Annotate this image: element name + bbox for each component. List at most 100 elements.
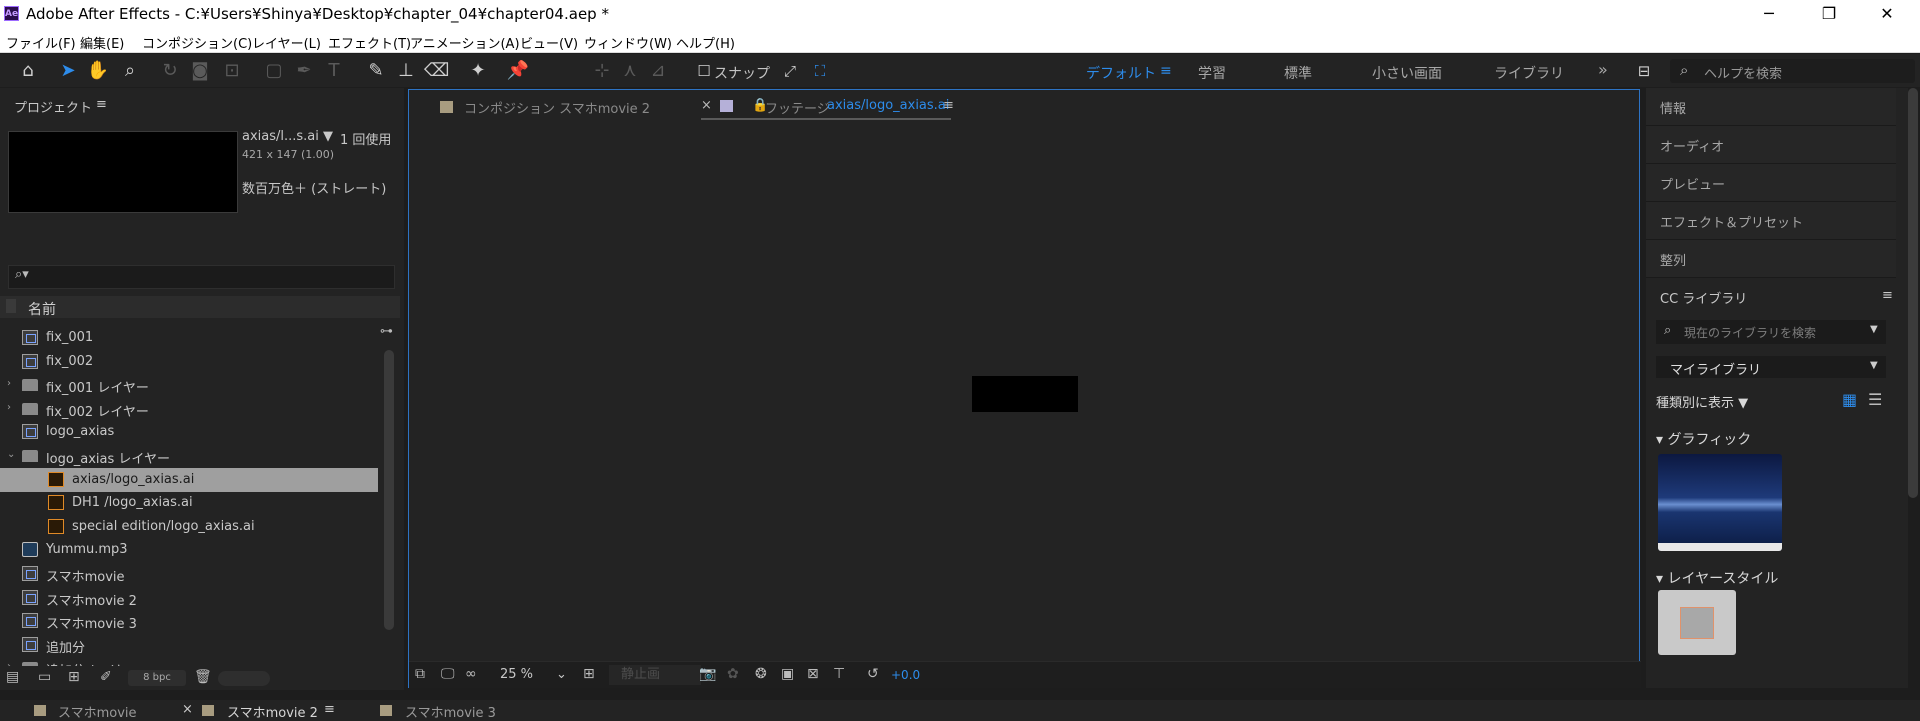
interpret-footage-icon[interactable]: ▤ bbox=[6, 669, 19, 685]
minimize-button[interactable]: ─ bbox=[1746, 0, 1792, 28]
view-axis-icon[interactable]: ⊿ bbox=[646, 59, 670, 83]
transparency-grid-icon[interactable]: ⊠ bbox=[807, 666, 819, 682]
disclosure-triangle-icon[interactable]: › bbox=[7, 378, 11, 389]
show-snapshot-icon[interactable]: ✿ bbox=[727, 666, 739, 682]
tab-footage-name[interactable]: axias/logo_axias.ai bbox=[827, 98, 949, 113]
viewer-menu-icon[interactable]: ≡ bbox=[943, 98, 954, 113]
snap-options-icon[interactable]: ⤢ bbox=[778, 59, 802, 83]
roto-brush-tool-icon[interactable]: ✦ bbox=[466, 59, 490, 83]
mask-visibility-icon[interactable]: ∞ bbox=[465, 666, 477, 682]
eraser-tool-icon[interactable]: ⌫ bbox=[424, 59, 449, 83]
graphics-section-toggle[interactable]: ▾ グラフィック bbox=[1656, 429, 1751, 449]
region-of-interest-icon[interactable]: ▣ bbox=[781, 666, 794, 682]
still-frame-button[interactable]: 静止画 bbox=[609, 665, 701, 685]
clone-stamp-tool-icon[interactable]: ⊥ bbox=[394, 59, 418, 83]
rotate-tool-icon[interactable]: ↻ bbox=[158, 59, 182, 83]
project-item-row[interactable]: スマホmovie 3 bbox=[0, 609, 378, 633]
view-by-type-dropdown[interactable]: 種類別に表示 ▼ bbox=[1656, 392, 1748, 411]
thumbnail-size-slider[interactable] bbox=[218, 671, 270, 686]
panel-info[interactable]: 情報 bbox=[1646, 88, 1896, 126]
menu-animation[interactable]: アニメーション(A) bbox=[410, 33, 520, 52]
selected-item-name[interactable]: axias/l...s.ai ▼ bbox=[242, 129, 333, 144]
layer-style-thumbnail[interactable] bbox=[1658, 590, 1736, 655]
disclosure-triangle-icon[interactable]: ⌄ bbox=[7, 449, 15, 460]
timeline-tab-2[interactable]: スマホmovie 2 bbox=[227, 702, 318, 721]
workspace-menu-icon[interactable]: ≡ bbox=[1160, 63, 1172, 79]
timeline-menu-icon[interactable]: ≡ bbox=[324, 702, 335, 717]
timeline-tab-3[interactable]: スマホmovie 3 bbox=[405, 702, 496, 721]
adjust-settings-icon[interactable]: ✐ bbox=[100, 669, 112, 685]
flowchart-icon[interactable]: ⊶ bbox=[380, 324, 393, 339]
project-item-row[interactable]: › fix_002 レイヤー bbox=[0, 397, 378, 421]
tab-close-icon[interactable]: × bbox=[182, 702, 193, 717]
tab-composition[interactable]: コンポジション スマホmovie 2 bbox=[464, 98, 650, 117]
hand-tool-icon[interactable]: ✋ bbox=[86, 59, 110, 83]
camera-tool-icon[interactable]: ◙ bbox=[188, 59, 212, 83]
snap-target-icon[interactable]: ⛶ bbox=[808, 59, 832, 83]
project-item-row[interactable]: axias/logo_axias.ai bbox=[0, 467, 378, 492]
always-preview-icon[interactable]: ⧉ bbox=[415, 666, 425, 682]
tab-footage-prefix[interactable]: フッテージ bbox=[765, 98, 830, 117]
local-axis-icon[interactable]: ⊹ bbox=[590, 59, 614, 83]
workspace-more-icon[interactable]: » bbox=[1598, 60, 1608, 79]
workspace-default[interactable]: デフォルト bbox=[1086, 63, 1156, 83]
right-panel-scrollbar[interactable] bbox=[1908, 88, 1918, 498]
list-view-icon[interactable]: ☰ bbox=[1868, 390, 1882, 409]
workspace-small-screen[interactable]: 小さい画面 bbox=[1372, 63, 1442, 83]
world-axis-icon[interactable]: ⋏ bbox=[618, 59, 642, 83]
zoom-tool-icon[interactable]: ⌕ bbox=[118, 59, 142, 83]
selection-tool-icon[interactable]: ➤ bbox=[56, 59, 80, 83]
snap-checkbox[interactable]: ☐ bbox=[692, 59, 716, 83]
project-panel-title[interactable]: プロジェクト bbox=[14, 97, 92, 116]
new-composition-icon[interactable]: ⊞ bbox=[68, 669, 80, 685]
panel-menu-icon[interactable]: ≡ bbox=[96, 97, 107, 112]
new-folder-icon[interactable]: ▭ bbox=[38, 669, 51, 685]
library-dropdown[interactable]: マイライブラリ ▼ bbox=[1656, 356, 1886, 378]
magnification-dropdown[interactable]: 25 % ⌄ bbox=[496, 665, 575, 685]
monitor-icon[interactable]: 🖵 bbox=[441, 666, 455, 682]
rgb-channel-icon[interactable]: ❂ bbox=[755, 666, 767, 682]
grid-guide-icon[interactable]: ⊞ bbox=[583, 666, 595, 682]
menu-view[interactable]: ビュー(V) bbox=[520, 33, 578, 52]
puppet-pin-tool-icon[interactable]: 📌 bbox=[506, 59, 530, 83]
library-search-input[interactable]: ⌕ 現在のライブラリを検索 ▼ bbox=[1656, 320, 1886, 344]
trash-icon[interactable]: 🗑 bbox=[194, 669, 212, 685]
exposure-value[interactable]: +0.0 bbox=[891, 668, 920, 682]
brush-tool-icon[interactable]: ✎ bbox=[364, 59, 388, 83]
project-item-row[interactable]: DH1 /logo_axias.ai bbox=[0, 491, 378, 515]
pixel-aspect-icon[interactable]: ⊤ bbox=[833, 666, 845, 682]
panel-align[interactable]: 整列 bbox=[1646, 240, 1896, 278]
menu-composition[interactable]: コンポジション(C) bbox=[142, 33, 252, 52]
name-column-header[interactable]: 名前 bbox=[0, 296, 400, 318]
pen-tool-icon[interactable]: ✒ bbox=[292, 59, 316, 83]
project-item-row[interactable]: 追加分 bbox=[0, 633, 378, 657]
panel-audio[interactable]: オーディオ bbox=[1646, 126, 1896, 164]
workspace-toggle-icon[interactable]: ⊟ bbox=[1632, 59, 1656, 83]
grid-view-icon[interactable]: ▦ bbox=[1842, 390, 1857, 409]
menu-edit[interactable]: 編集(E) bbox=[80, 33, 124, 52]
workspace-libraries[interactable]: ライブラリ bbox=[1494, 63, 1564, 83]
rectangle-tool-icon[interactable]: ▢ bbox=[262, 59, 286, 83]
project-item-row[interactable]: スマホmovie bbox=[0, 562, 378, 586]
layer-styles-section-toggle[interactable]: ▾ レイヤースタイル bbox=[1656, 568, 1778, 588]
project-item-row[interactable]: fix_001 bbox=[0, 326, 378, 350]
snapshot-camera-icon[interactable]: 📷 bbox=[699, 666, 716, 682]
project-item-row[interactable]: スマホmovie 2 bbox=[0, 586, 378, 610]
project-item-row[interactable]: Yummu.mp3 bbox=[0, 538, 378, 562]
menu-effect[interactable]: エフェクト(T) bbox=[328, 33, 411, 52]
project-search-input[interactable]: ⌕▾ bbox=[8, 265, 395, 289]
workspace-learn[interactable]: 学習 bbox=[1198, 63, 1226, 83]
menu-help[interactable]: ヘルプ(H) bbox=[676, 33, 735, 52]
cc-libraries-menu-icon[interactable]: ≡ bbox=[1882, 288, 1893, 303]
graphic-asset-thumbnail[interactable] bbox=[1658, 454, 1782, 551]
project-item-row[interactable]: special edition/logo_axias.ai bbox=[0, 515, 378, 539]
timeline-tab-1[interactable]: スマホmovie bbox=[58, 702, 137, 721]
project-item-row[interactable]: fix_002 bbox=[0, 350, 378, 374]
panel-effects-presets[interactable]: エフェクト＆プリセット bbox=[1646, 202, 1896, 240]
cc-libraries-title[interactable]: CC ライブラリ bbox=[1660, 288, 1747, 307]
pan-behind-tool-icon[interactable]: ⊡ bbox=[220, 59, 244, 83]
disclosure-triangle-icon[interactable]: › bbox=[7, 402, 11, 413]
type-tool-icon[interactable]: T bbox=[322, 59, 346, 83]
project-scrollbar[interactable] bbox=[384, 350, 394, 630]
menu-file[interactable]: ファイル(F) bbox=[6, 33, 76, 52]
